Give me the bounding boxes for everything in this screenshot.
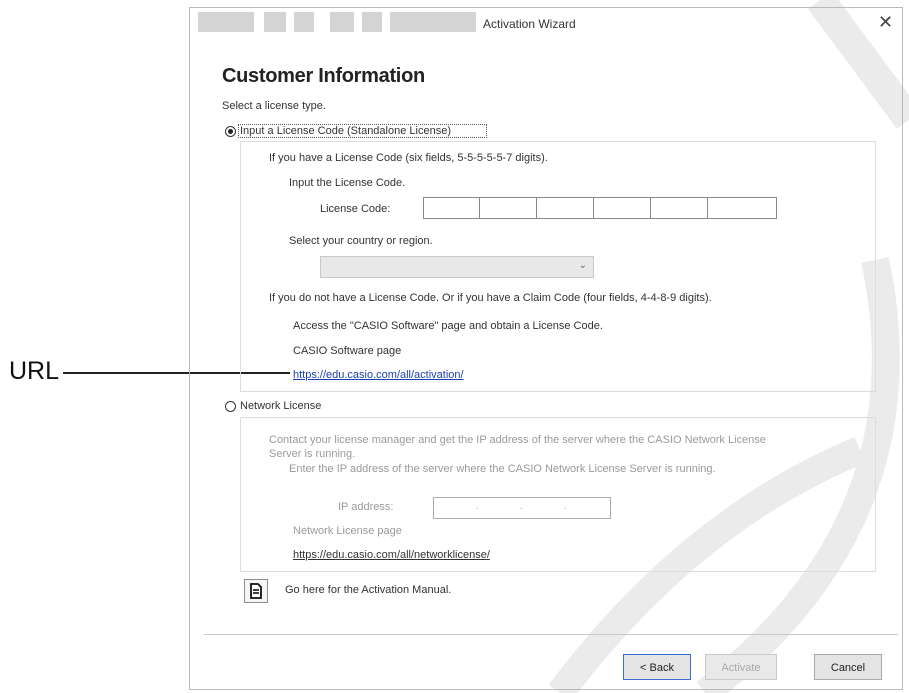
standalone-license-label[interactable]: Input a License Code (Standalone License… bbox=[240, 125, 451, 137]
ip-address-label: IP address: bbox=[338, 501, 394, 513]
title-bar: Activation Wizard ✕ bbox=[190, 8, 902, 38]
license-code-field-4[interactable] bbox=[593, 197, 651, 219]
activation-manual-text: Go here for the Activation Manual. bbox=[285, 584, 452, 596]
cancel-button[interactable]: Cancel bbox=[814, 654, 882, 680]
instruction-text: Select a license type. bbox=[222, 100, 326, 112]
footer-divider bbox=[204, 634, 898, 635]
blurred-title-segment bbox=[330, 12, 354, 32]
chevron-down-icon: ⌄ bbox=[578, 260, 587, 271]
callout-label: URL bbox=[9, 357, 60, 385]
country-region-select[interactable]: ⌄ bbox=[320, 256, 594, 278]
activate-button[interactable]: Activate bbox=[705, 654, 777, 680]
network-license-label[interactable]: Network License bbox=[240, 400, 321, 412]
casio-software-page-label: CASIO Software page bbox=[293, 345, 402, 357]
document-icon[interactable] bbox=[244, 579, 268, 603]
activation-wizard-window: Activation Wizard ✕ Customer Information… bbox=[189, 7, 903, 690]
network-contact-text-2: Server is running. bbox=[269, 448, 356, 460]
activation-url-link[interactable]: https://edu.casio.com/all/activation/ bbox=[293, 369, 464, 381]
standalone-license-radio[interactable] bbox=[225, 126, 236, 137]
blurred-title-segment bbox=[362, 12, 382, 32]
ip-separator: . bbox=[564, 501, 567, 512]
license-code-field-1[interactable] bbox=[423, 197, 480, 219]
network-license-page-label: Network License page bbox=[293, 525, 402, 537]
license-code-intro: If you have a License Code (six fields, … bbox=[269, 152, 548, 164]
close-icon[interactable]: ✕ bbox=[878, 12, 893, 32]
blurred-title-segment bbox=[294, 12, 314, 32]
license-code-field-3[interactable] bbox=[536, 197, 594, 219]
no-license-code-text: If you do not have a License Code. Or if… bbox=[269, 292, 712, 304]
license-code-field-2[interactable] bbox=[479, 197, 537, 219]
license-code-label: License Code: bbox=[320, 203, 391, 215]
blurred-title-segment bbox=[264, 12, 286, 32]
radio-selected-dot bbox=[228, 129, 233, 134]
blurred-title-segment bbox=[390, 12, 476, 32]
back-button[interactable]: < Back bbox=[623, 654, 691, 680]
ip-separator: . bbox=[476, 501, 479, 512]
network-contact-text: Contact your license manager and get the… bbox=[269, 434, 766, 446]
input-license-prompt: Input the License Code. bbox=[289, 177, 406, 189]
access-casio-software-text: Access the "CASIO Software" page and obt… bbox=[293, 320, 603, 332]
ip-separator: . bbox=[520, 501, 523, 512]
network-license-radio[interactable] bbox=[225, 401, 236, 412]
enter-ip-text: Enter the IP address of the server where… bbox=[289, 463, 716, 475]
window-title: Activation Wizard bbox=[483, 17, 576, 31]
document-icon-glyph bbox=[250, 583, 262, 599]
country-prompt: Select your country or region. bbox=[289, 235, 433, 247]
page-title: Customer Information bbox=[222, 65, 425, 87]
license-code-field-5[interactable] bbox=[650, 197, 708, 219]
blurred-title-segment bbox=[198, 12, 254, 32]
network-license-url-link[interactable]: https://edu.casio.com/all/networklicense… bbox=[293, 549, 490, 561]
license-code-field-6[interactable] bbox=[707, 197, 777, 219]
ip-address-field[interactable]: . . . bbox=[433, 497, 611, 519]
